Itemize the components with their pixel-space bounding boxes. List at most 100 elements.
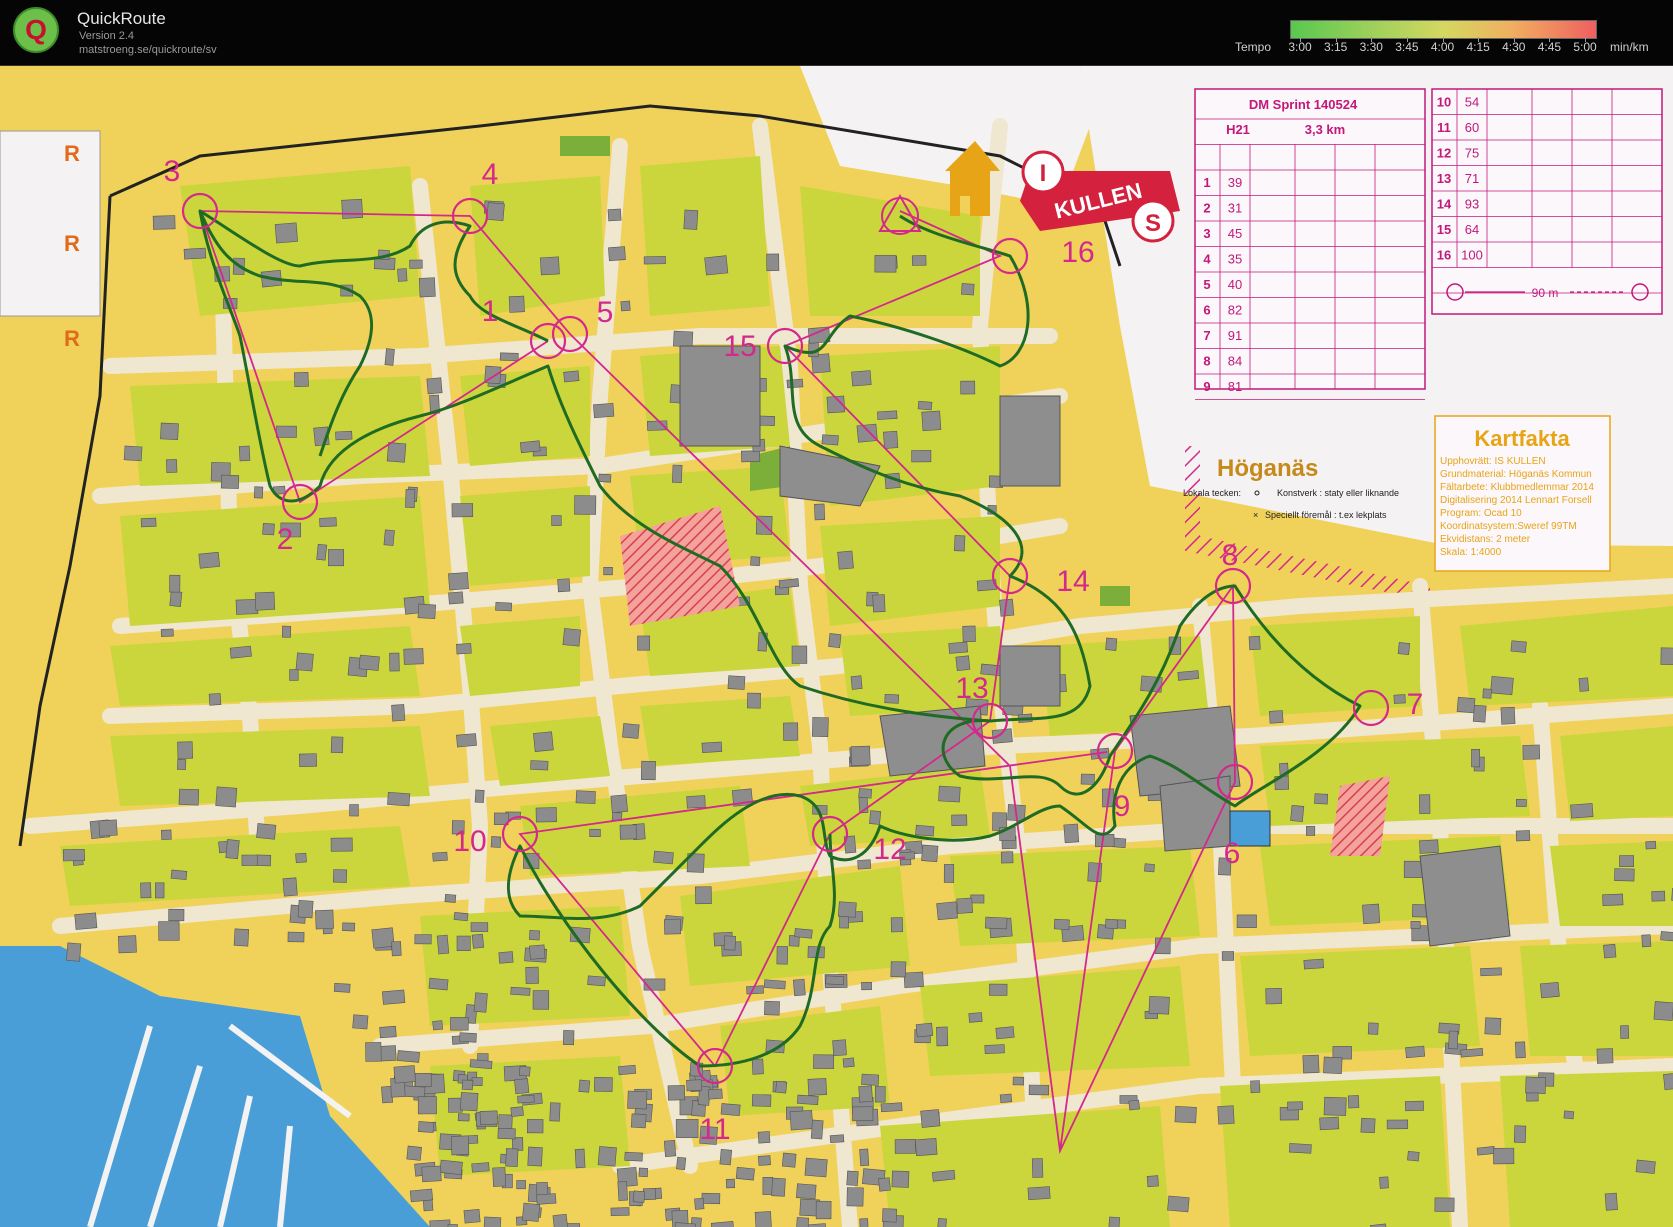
building: [448, 1097, 463, 1113]
building: [686, 1079, 703, 1092]
tempo-tick-label: 4:45: [1537, 40, 1562, 54]
building: [619, 824, 637, 840]
building: [428, 977, 449, 991]
building: [1319, 1116, 1340, 1131]
town-name: Höganäs: [1217, 455, 1318, 482]
building: [891, 1170, 910, 1188]
building: [160, 422, 179, 441]
building: [638, 1167, 649, 1178]
building: [694, 886, 712, 905]
building: [457, 1113, 470, 1122]
building: [473, 992, 488, 1013]
desc-row-code: 71: [1465, 171, 1479, 186]
building: [1476, 1146, 1496, 1156]
building: [516, 1180, 526, 1190]
building: [521, 1202, 541, 1222]
desc-row-number: 10: [1437, 95, 1451, 110]
building: [874, 255, 897, 273]
desc-row-code: 81: [1228, 379, 1242, 394]
building: [208, 693, 222, 706]
building: [492, 1167, 507, 1187]
building: [880, 1102, 903, 1113]
building: [704, 255, 729, 276]
building: [624, 1151, 643, 1162]
building: [783, 722, 799, 741]
building: [1128, 1099, 1140, 1111]
desc-row-code: 35: [1228, 252, 1242, 267]
building: [1303, 958, 1324, 970]
building: [781, 1152, 797, 1168]
building: [1500, 706, 1516, 725]
building: [409, 259, 423, 269]
building: [757, 1155, 771, 1166]
building: [183, 247, 207, 260]
building: [890, 917, 904, 933]
building: [426, 377, 443, 395]
desc-row-number: 5: [1203, 277, 1210, 292]
building: [872, 594, 886, 613]
building: [1347, 1095, 1360, 1109]
building: [1167, 1195, 1190, 1213]
building: [587, 975, 606, 987]
building: [74, 912, 98, 930]
building: [673, 330, 694, 348]
building: [233, 928, 250, 947]
building: [448, 572, 469, 591]
building: [921, 410, 942, 432]
kartfakta-box: Kartfakta Upphovrätt: IS KULLEN Grundmate…: [1434, 415, 1611, 572]
building: [342, 922, 356, 932]
building: [740, 450, 761, 463]
building: [511, 1137, 524, 1151]
building: [335, 430, 353, 441]
building: [295, 652, 314, 672]
building: [486, 202, 505, 222]
building: [535, 807, 557, 823]
building: [861, 982, 872, 991]
building: [282, 625, 292, 638]
building: [858, 1085, 873, 1103]
building: [178, 788, 200, 806]
control-number: 7: [1407, 688, 1424, 721]
building: [1645, 840, 1657, 850]
building: [851, 370, 872, 387]
building: [1570, 803, 1594, 819]
building: [574, 1148, 586, 1169]
building: [985, 916, 1008, 930]
building: [837, 901, 857, 918]
building: [632, 1190, 646, 1203]
building: [911, 450, 932, 463]
building: [383, 529, 395, 546]
building: [1360, 1117, 1376, 1134]
building: [750, 556, 761, 567]
building: [813, 1054, 835, 1069]
building: [857, 859, 872, 870]
building: [282, 877, 298, 897]
desc-row-code: 93: [1465, 197, 1479, 212]
building: [519, 440, 541, 454]
building: [796, 1183, 817, 1200]
desc-row-code: 40: [1228, 277, 1242, 292]
building: [490, 836, 502, 848]
course-title: DM Sprint 140524: [1249, 97, 1358, 112]
orienteering-map[interactable]: 123 45678910111213141516 R R R I S KULLEN…: [0, 66, 1673, 1227]
desc-row-code: 82: [1228, 303, 1242, 318]
building: [640, 760, 656, 781]
building: [177, 741, 193, 759]
building: [878, 1177, 891, 1192]
building: [850, 675, 863, 690]
building: [497, 1127, 516, 1140]
building: [352, 1014, 369, 1030]
building: [825, 975, 845, 986]
building: [459, 1092, 479, 1112]
building: [594, 1076, 613, 1092]
desc-row-number: 1: [1203, 175, 1210, 190]
building: [610, 794, 629, 814]
building: [1080, 773, 1095, 785]
building: [1268, 710, 1284, 724]
building: [451, 503, 474, 518]
building: [469, 1059, 493, 1070]
building: [882, 1208, 898, 1223]
app-url[interactable]: matstroeng.se/quickroute/sv: [79, 44, 217, 56]
building: [828, 633, 842, 649]
building: [562, 1030, 575, 1046]
